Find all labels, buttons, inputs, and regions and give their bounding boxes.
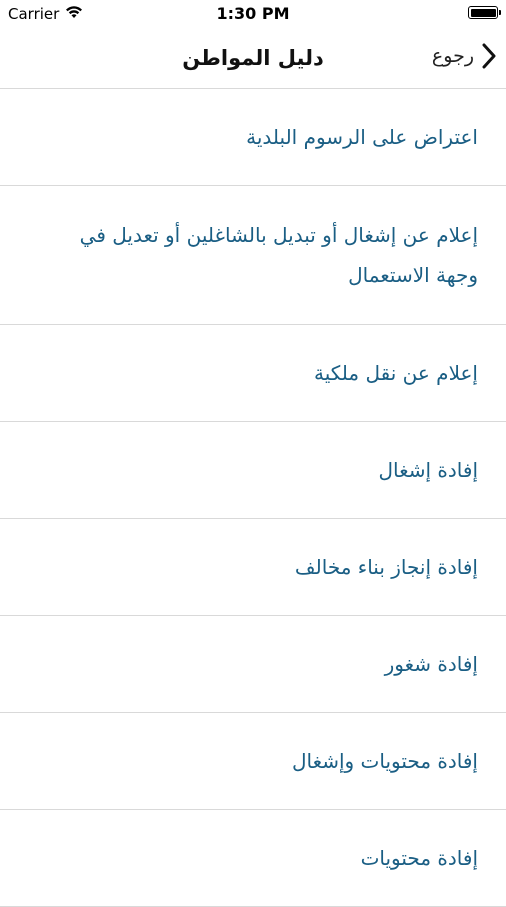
list-item-label: إفادة شغور	[384, 652, 478, 676]
status-time: 1:30 PM	[216, 4, 290, 23]
list-item-label: إعلام عن نقل ملكية	[313, 361, 478, 385]
list-item-label: إفادة إشغال	[378, 458, 478, 482]
citizen-guide-list: اعتراض على الرسوم البلدية إعلام عن إشغال…	[0, 89, 506, 907]
chevron-right-icon	[482, 43, 496, 69]
battery-icon	[468, 6, 501, 19]
back-button[interactable]: رجوع	[432, 43, 496, 69]
list-item[interactable]: إفادة محتويات وإشغال	[0, 713, 506, 810]
back-button-label: رجوع	[431, 45, 474, 67]
page-title: دليل المواطن	[182, 46, 324, 70]
list-item[interactable]: إفادة شغور	[0, 616, 506, 713]
list-item[interactable]: إعلام عن نقل ملكية	[0, 325, 506, 422]
list-item-label: إفادة إنجاز بناء مخالف	[294, 555, 478, 579]
status-right	[468, 6, 501, 19]
list-item[interactable]: إفادة إشغال	[0, 422, 506, 519]
list-item-label: اعتراض على الرسوم البلدية	[246, 125, 478, 149]
list-item-label: إفادة محتويات وإشغال	[291, 749, 478, 773]
list-item[interactable]: اعتراض على الرسوم البلدية	[0, 89, 506, 186]
list-item-label: إفادة محتويات	[360, 846, 478, 870]
list-item-label: إعلام عن إشغال أو تبديل بالشاغلين أو تعد…	[79, 223, 478, 287]
list-item[interactable]: إعلام عن إشغال أو تبديل بالشاغلين أو تعد…	[0, 186, 506, 325]
navigation-bar: دليل المواطن رجوع	[0, 30, 506, 89]
list-item[interactable]: إفادة إنجاز بناء مخالف	[0, 519, 506, 616]
status-bar: Carrier 1:30 PM	[0, 0, 506, 30]
list-item[interactable]: إفادة محتويات	[0, 810, 506, 907]
